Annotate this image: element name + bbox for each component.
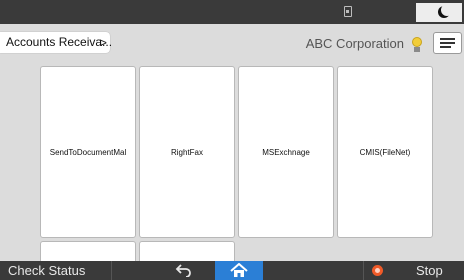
stop-icon (372, 265, 383, 276)
tile-label: SendToDocumentMal (49, 147, 127, 157)
tile-msexchange[interactable]: MSExchnage (238, 66, 334, 238)
check-status-button[interactable]: Check Status (0, 261, 112, 280)
tile-label: RightFax (170, 147, 203, 157)
menu-button[interactable] (433, 32, 462, 54)
home-icon (230, 263, 248, 277)
back-icon (175, 264, 191, 277)
tile-cmis-filenet[interactable]: CMIS(FileNet) (337, 66, 433, 238)
menu-icon (440, 38, 455, 40)
night-mode-button[interactable] (416, 3, 462, 22)
breadcrumb[interactable]: Accounts Receiva... > (0, 32, 113, 53)
stop-button[interactable]: Stop (363, 261, 464, 280)
tile-send-to-document[interactable]: SendToDocumentMal (40, 66, 136, 238)
header-bar: Accounts Receiva... > ABC Corporation (0, 24, 464, 58)
status-bar (0, 0, 464, 24)
tile-rightfax[interactable]: RightFax (139, 66, 235, 238)
night-mode-icon (438, 4, 453, 18)
chevron-right-icon: > (99, 35, 107, 50)
tile-label: CMIS(FileNet) (359, 147, 411, 157)
breadcrumb-label: Accounts Receiva... (6, 35, 113, 49)
company-name: ABC Corporation (305, 36, 404, 51)
sd-card-icon (344, 6, 352, 17)
back-button[interactable] (160, 261, 208, 280)
lightbulb-icon[interactable] (411, 37, 423, 53)
bottom-bar: Check Status Stop (0, 261, 464, 280)
tile-label: MSExchnage (262, 147, 310, 157)
home-button[interactable] (215, 261, 263, 280)
stop-label: Stop (416, 263, 443, 278)
